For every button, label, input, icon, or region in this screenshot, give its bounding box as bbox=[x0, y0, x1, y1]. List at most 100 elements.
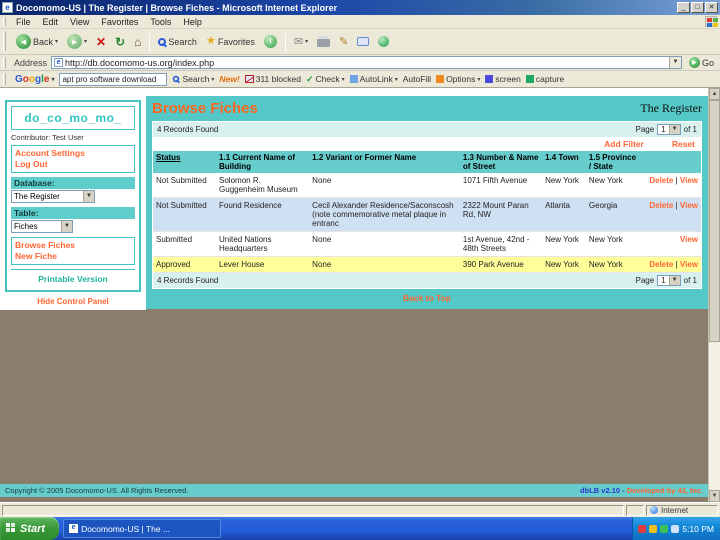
view-link[interactable]: View bbox=[680, 201, 698, 210]
records-box: 4 Records Found Page 1 ▼ of 1 Add Filter … bbox=[152, 121, 702, 289]
view-link[interactable]: View bbox=[680, 176, 698, 185]
go-button[interactable]: ▶ Go bbox=[686, 57, 717, 68]
page-select-top[interactable]: 1 ▼ bbox=[657, 124, 681, 135]
browse-fiches-link[interactable]: Browse Fiches bbox=[15, 240, 131, 251]
windows-start-icon bbox=[6, 523, 17, 534]
menu-edit[interactable]: Edit bbox=[37, 17, 65, 27]
back-button[interactable]: ◀ Back ▾ bbox=[13, 33, 61, 50]
page-select-bottom[interactable]: 1 ▼ bbox=[657, 275, 681, 286]
forward-button[interactable]: ▶ ▾ bbox=[64, 33, 90, 50]
taskbar: Start e Docomomo-US | The ... 5:10 PM bbox=[0, 517, 720, 540]
address-dropdown-icon[interactable]: ▼ bbox=[668, 57, 681, 68]
menu-file[interactable]: File bbox=[10, 17, 37, 27]
scrollbar-track[interactable] bbox=[709, 100, 720, 490]
google-logo[interactable]: Google ▾ bbox=[15, 74, 54, 85]
google-dropdown-icon[interactable]: ▾ bbox=[51, 76, 54, 83]
options-icon bbox=[436, 75, 445, 83]
menu-favorites[interactable]: Favorites bbox=[95, 17, 144, 27]
page-select-arrow-icon[interactable]: ▼ bbox=[668, 276, 680, 285]
google-search-dropdown-icon[interactable]: ▾ bbox=[211, 76, 214, 83]
tray-icon-4[interactable] bbox=[671, 524, 680, 533]
actions-cell: Delete | View bbox=[643, 173, 701, 198]
scrollbar-thumb[interactable] bbox=[709, 100, 720, 342]
column-header: 1.1 Current Name of Building bbox=[216, 151, 310, 173]
discuss-button[interactable] bbox=[354, 36, 372, 47]
table-select[interactable]: Fiches ▼ bbox=[11, 220, 73, 233]
print-button[interactable] bbox=[314, 35, 333, 48]
reset-link[interactable]: Reset bbox=[672, 139, 695, 149]
page-select-arrow-icon[interactable]: ▼ bbox=[668, 125, 680, 134]
tray-icon-2[interactable] bbox=[649, 524, 658, 533]
toolbar-grip bbox=[3, 73, 6, 85]
options-button[interactable]: Options ▾ bbox=[436, 74, 480, 84]
favorites-button[interactable]: ★ Favorites bbox=[203, 35, 258, 48]
search-button[interactable]: Search bbox=[155, 36, 200, 48]
browser-viewport: do_co_mo_mo_ Contributor: Test User Acco… bbox=[0, 88, 720, 502]
log-out-link[interactable]: Log Out bbox=[15, 159, 131, 170]
maximize-button[interactable]: □ bbox=[691, 2, 704, 13]
google-search-button[interactable]: Search ▾ bbox=[172, 74, 214, 84]
new-fiche-link[interactable]: New Fiche bbox=[15, 251, 131, 262]
menu-help[interactable]: Help bbox=[177, 17, 208, 27]
popup-blocker-button[interactable]: 311 blocked bbox=[244, 74, 301, 84]
delete-link[interactable]: Delete bbox=[649, 176, 673, 185]
forward-dropdown-icon[interactable]: ▾ bbox=[84, 38, 87, 45]
back-to-top-link[interactable]: Back to Top bbox=[403, 293, 451, 303]
fiche-table-body: Not Submitted Solomon R. Guggenheim Museu… bbox=[153, 173, 701, 273]
town-cell: Atlanta bbox=[542, 197, 586, 232]
autolink-button[interactable]: AutoLink ▾ bbox=[349, 74, 398, 84]
hide-control-panel-link[interactable]: Hide Control Panel bbox=[37, 297, 109, 306]
autofill-label: AutoFill bbox=[402, 74, 432, 84]
minimize-button[interactable]: _ bbox=[677, 2, 690, 13]
messenger-button[interactable] bbox=[375, 35, 392, 48]
developer-link[interactable]: Developed by 42, Inc. bbox=[627, 486, 703, 495]
database-select-arrow-icon[interactable]: ▼ bbox=[83, 191, 94, 202]
version-link[interactable]: dbLB v2.10 - bbox=[580, 486, 625, 495]
history-button[interactable] bbox=[261, 34, 280, 49]
screen-capture-button[interactable]: screen bbox=[485, 74, 521, 84]
edit-button[interactable]: ✎ bbox=[336, 34, 351, 49]
table-select-arrow-icon[interactable]: ▼ bbox=[61, 221, 72, 232]
add-filter-link[interactable]: Add Filter bbox=[604, 139, 644, 149]
mail-dropdown-icon[interactable]: ▾ bbox=[305, 38, 308, 45]
state-cell: New York bbox=[585, 256, 644, 273]
menu-view[interactable]: View bbox=[64, 17, 95, 27]
autolink-label: AutoLink bbox=[359, 74, 393, 84]
town-cell: New York bbox=[542, 256, 586, 273]
autofill-button[interactable]: AutoFill bbox=[403, 74, 431, 84]
page-top-margin bbox=[0, 88, 708, 96]
stop-button[interactable]: ✕ bbox=[93, 35, 109, 49]
tray-icon-1[interactable] bbox=[638, 524, 647, 533]
tray-icon-3[interactable] bbox=[660, 524, 669, 533]
autolink-dropdown-icon[interactable]: ▾ bbox=[395, 76, 398, 83]
back-dropdown-icon[interactable]: ▾ bbox=[55, 38, 58, 45]
refresh-button[interactable]: ↻ bbox=[112, 35, 128, 49]
delete-link[interactable]: Delete bbox=[649, 201, 673, 210]
view-link[interactable]: View bbox=[680, 235, 698, 244]
options-dropdown-icon[interactable]: ▾ bbox=[477, 76, 480, 83]
taskbar-clock: 5:10 PM bbox=[682, 523, 714, 534]
address-bar: Address e ▼ ▶ Go bbox=[0, 55, 720, 71]
scroll-up-button[interactable]: ▲ bbox=[709, 88, 720, 100]
status-bar: Internet bbox=[0, 502, 720, 517]
capture-button[interactable]: capture bbox=[525, 74, 564, 84]
vertical-scrollbar[interactable]: ▲ ▼ bbox=[708, 88, 720, 502]
view-link[interactable]: View bbox=[680, 260, 698, 269]
scroll-down-button[interactable]: ▼ bbox=[709, 490, 720, 502]
spellcheck-button[interactable]: ✓ Check ▾ bbox=[306, 74, 345, 85]
delete-link[interactable]: Delete bbox=[649, 260, 673, 269]
google-search-input[interactable] bbox=[59, 72, 168, 86]
menu-tools[interactable]: Tools bbox=[144, 17, 177, 27]
column-header[interactable]: Status bbox=[153, 151, 217, 173]
favorites-star-icon: ★ bbox=[205, 35, 216, 47]
taskbar-task-button[interactable]: e Docomomo-US | The ... bbox=[63, 519, 222, 538]
database-select[interactable]: The Register ▼ bbox=[11, 190, 95, 203]
start-button[interactable]: Start bbox=[0, 517, 60, 540]
printable-version-link[interactable]: Printable Version bbox=[11, 274, 135, 284]
account-settings-link[interactable]: Account Settings bbox=[15, 148, 131, 159]
check-dropdown-icon[interactable]: ▾ bbox=[342, 76, 345, 83]
address-input[interactable] bbox=[65, 57, 667, 68]
mail-button[interactable]: ✉ ▾ bbox=[291, 34, 311, 49]
home-button[interactable]: ⌂ bbox=[131, 35, 144, 49]
close-button[interactable]: ✕ bbox=[705, 2, 718, 13]
